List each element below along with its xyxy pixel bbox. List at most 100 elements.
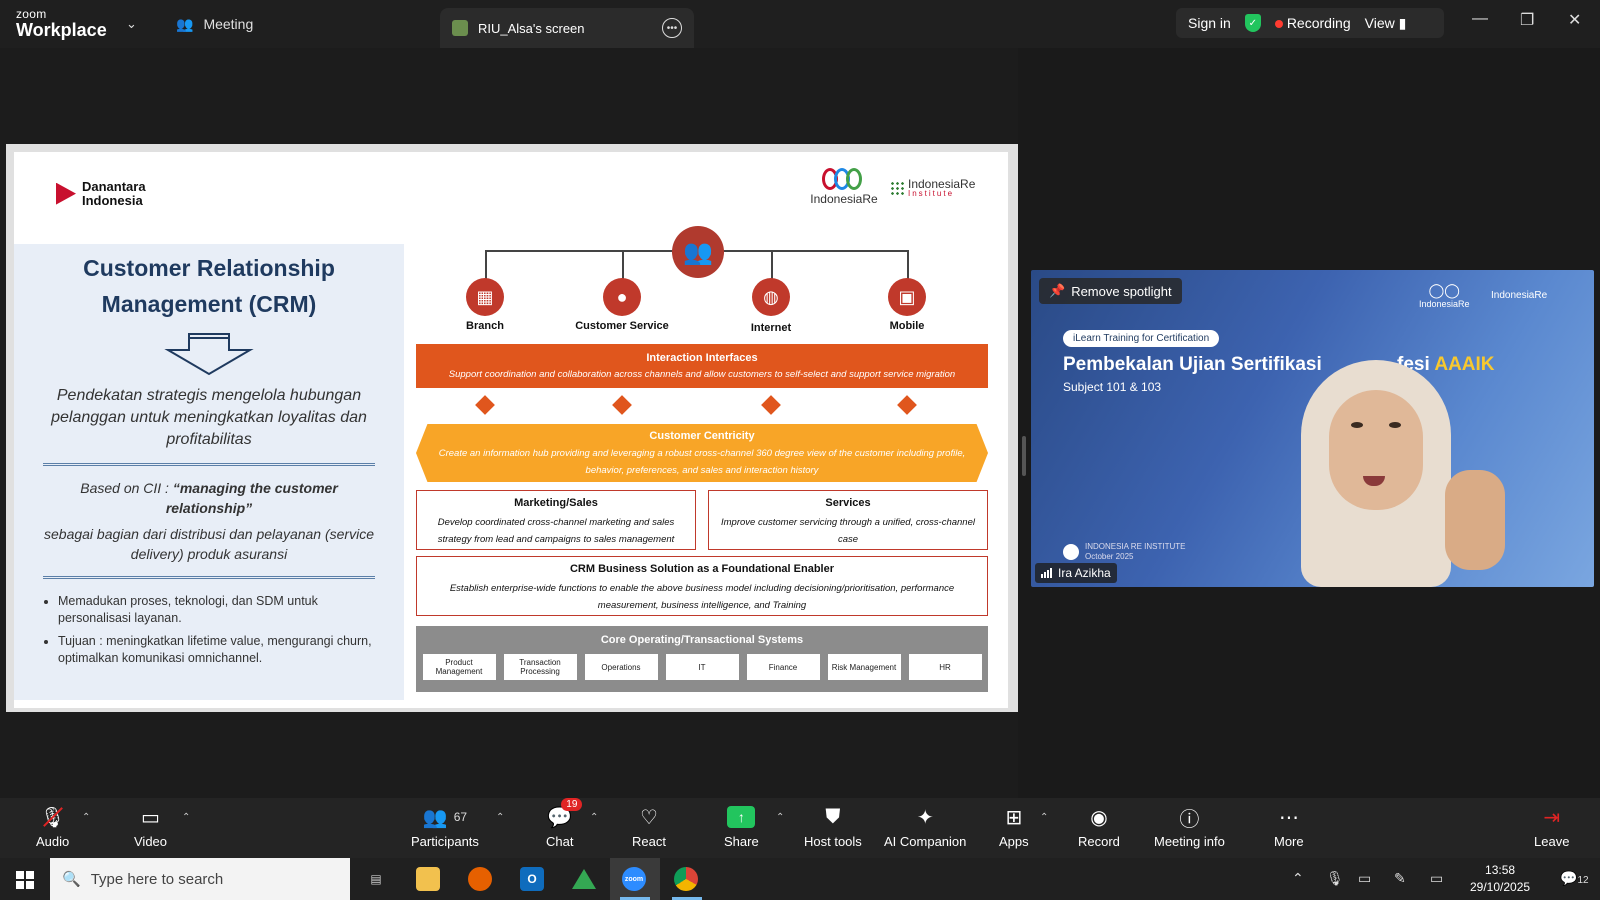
taskbar-clock[interactable]: 13:58 29/10/2025	[1470, 862, 1530, 896]
microphone-icon[interactable]: 🎙	[1326, 870, 1344, 887]
indonesia-re-logo: IndonesiaRe	[804, 168, 884, 206]
participants-button[interactable]: 👥 67 Participants	[411, 804, 479, 850]
video-subtitle: Subject 101 & 103	[1063, 380, 1162, 394]
user-icon: ●	[603, 278, 641, 316]
react-button[interactable]: ♡ React	[632, 804, 666, 850]
firefox-icon[interactable]	[468, 867, 492, 891]
box-desc: Improve customer servicing through a uni…	[721, 517, 975, 545]
taskbar-search[interactable]: 🔍 Type here to search	[50, 858, 350, 900]
spotlight-video[interactable]: 📌 Remove spotlight ◯◯ IndonesiaRe Indone…	[1031, 270, 1594, 587]
tab-meeting-label: Meeting	[203, 16, 254, 32]
list-item: Memadukan proses, teknologi, dan SDM unt…	[58, 593, 380, 627]
layout-icon: ▮	[1398, 14, 1407, 31]
heart-icon: ♡	[640, 806, 658, 829]
view-button[interactable]: View ▮	[1365, 15, 1407, 32]
task-view-icon[interactable]: ▤	[364, 867, 388, 891]
camera-icon	[1063, 544, 1079, 560]
core-item: IT	[665, 654, 739, 680]
box-title: Services	[825, 497, 871, 509]
chevron-down-icon[interactable]: ⌄	[126, 16, 137, 32]
sparkle-icon: ✦	[916, 806, 934, 829]
chevron-up-icon[interactable]: ⌃	[776, 812, 784, 823]
minimize-icon[interactable]: —	[1472, 10, 1488, 28]
zoom-logo[interactable]: zoom Workplace	[16, 8, 107, 39]
sign-in-button[interactable]: Sign in	[1188, 15, 1231, 31]
time: 13:58	[1485, 863, 1516, 877]
logo-top: zoom	[16, 7, 47, 21]
mobile-icon: ▣	[888, 278, 926, 316]
chevron-up-icon[interactable]: ⌃	[590, 812, 598, 823]
indonesia-re-text: IndonesiaRe	[810, 192, 878, 206]
slide-intro: Pendekatan strategis mengelola hubungan …	[51, 387, 367, 448]
chevron-up-icon[interactable]: ⌃	[82, 812, 90, 823]
down-arrow-icon	[164, 333, 254, 376]
danantara-text: Danantara Indonesia	[82, 179, 146, 208]
box-title: CRM Business Solution as a Foundational …	[569, 563, 835, 575]
share-button[interactable]: ↑ Share	[724, 804, 759, 849]
ellipsis-icon[interactable]: •••	[662, 18, 682, 38]
notification-count: 12	[1577, 875, 1589, 886]
tab-shared-screen[interactable]: RIU_Alsa's screen •••	[440, 8, 694, 48]
video-button[interactable]: ▭ Video	[134, 804, 167, 850]
participant-name: Ira Azikha	[1058, 566, 1111, 580]
audio-button[interactable]: 🎙 Audio	[36, 804, 69, 850]
core-items: Product Management Transaction Processin…	[416, 654, 988, 680]
participants-icon: 👥 67	[422, 806, 468, 829]
outlook-icon[interactable]: O	[520, 867, 544, 891]
leave-button[interactable]: ⇥ Leave	[1534, 804, 1570, 850]
google-drive-icon[interactable]	[572, 867, 596, 891]
apps-button[interactable]: ⊞ Apps	[999, 804, 1029, 850]
file-explorer-icon[interactable]	[416, 867, 440, 891]
splitter-handle[interactable]	[1022, 436, 1026, 476]
share-label: Share	[724, 834, 759, 849]
core-item: Transaction Processing	[503, 654, 577, 680]
display-icon[interactable]: ▭	[1358, 870, 1371, 887]
participants-count: 67	[453, 810, 468, 824]
customers-icon: 👥	[672, 226, 724, 278]
divider	[43, 463, 375, 466]
restore-icon[interactable]: ❐	[1520, 10, 1534, 30]
meeting-info-button[interactable]: ⓘ Meeting info	[1154, 804, 1225, 850]
record-label: Record	[1078, 834, 1120, 849]
channel-label-branch: Branch	[466, 320, 504, 332]
list-item: Tujuan : meningkatkan lifetime value, me…	[58, 633, 380, 667]
zoom-app-icon[interactable]: zoom	[622, 867, 646, 891]
chevron-up-icon[interactable]: ⌃	[496, 812, 504, 823]
chrome-icon[interactable]	[674, 867, 698, 891]
windows-start-icon[interactable]	[16, 871, 34, 889]
meeting-info-label: Meeting info	[1154, 834, 1225, 849]
core-item: Finance	[746, 654, 820, 680]
pen-icon[interactable]: ✎	[1394, 870, 1406, 887]
chevron-up-icon[interactable]: ⌃	[1040, 812, 1048, 823]
globe-icon: ◍	[752, 278, 790, 316]
keyboard-icon[interactable]: ▭	[1430, 870, 1443, 887]
recording-indicator[interactable]: Recording	[1274, 15, 1351, 31]
people-icon: 👥	[176, 15, 194, 32]
host-tools-button[interactable]: ⛊ Host tools	[804, 804, 862, 850]
chevron-up-icon[interactable]: ⌃	[1292, 870, 1304, 887]
signal-icon	[1041, 568, 1052, 578]
video-footer: INDONESIA RE INSTITUTE October 2025	[1085, 542, 1185, 562]
box-desc: Develop coordinated cross-channel market…	[437, 517, 675, 545]
video-badge: iLearn Training for Certification	[1063, 330, 1220, 347]
leave-label: Leave	[1534, 834, 1570, 849]
recording-label: Recording	[1286, 15, 1351, 31]
react-label: React	[632, 834, 666, 849]
more-button[interactable]: ⋯ More	[1274, 804, 1304, 850]
chat-button[interactable]: 💬 19 Chat	[546, 798, 583, 849]
record-button[interactable]: ◉ Record	[1078, 804, 1120, 850]
remove-spotlight-button[interactable]: 📌 Remove spotlight	[1039, 278, 1182, 304]
notification-icon[interactable]: 💬12	[1560, 870, 1589, 887]
windows-taskbar: 🔍 Type here to search ▤ O zoom ⌃ 🎙 ▭ ✎ ▭…	[0, 858, 1600, 900]
chat-badge: 19	[561, 798, 583, 811]
host-tools-label: Host tools	[804, 834, 862, 849]
ai-companion-button[interactable]: ✦ AI Companion	[884, 804, 966, 850]
tab-meeting[interactable]: 👥 Meeting	[176, 0, 253, 48]
connector-line	[485, 250, 487, 280]
shield-check-icon[interactable]: ✓	[1244, 14, 1261, 32]
remove-spotlight-label: Remove spotlight	[1071, 283, 1172, 299]
close-icon[interactable]: ✕	[1568, 10, 1581, 30]
building-icon: ▦	[466, 278, 504, 316]
logo-bottom: Workplace	[16, 20, 107, 40]
chevron-up-icon[interactable]: ⌃	[182, 812, 190, 823]
